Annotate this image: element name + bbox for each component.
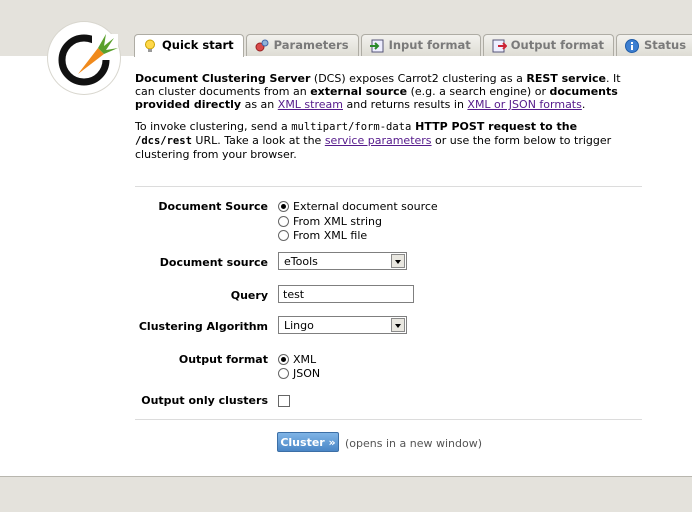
code-snippet: /dcs/rest [135,135,192,147]
intro-text-run: as an [241,98,278,111]
info-icon [624,38,640,54]
intro-text-run: (e.g. a search engine) or [407,85,550,98]
output-only-clusters-label: Output only clusters [141,394,268,407]
xml-json-formats-link[interactable]: XML or JSON formats [467,98,581,111]
submit-note: (opens in a new window) [345,437,482,450]
lightbulb-icon [142,38,158,54]
intro-text-run: URL. Take a look at the [191,134,325,147]
intro-text-run: To invoke clustering, send a [135,120,292,133]
code-snippet: multipart/form-data [291,121,412,133]
radio-xml-file[interactable]: From XML file [278,228,367,242]
select-value: Lingo [284,319,314,332]
tab-status[interactable]: Status [615,34,692,56]
output-arrow-icon [491,38,507,54]
intro-bold: HTTP POST request to the [411,120,578,133]
doc-source-label: Document source [159,256,268,269]
radio-button[interactable] [278,200,289,212]
radio-label: From XML string [293,214,382,228]
gears-icon [254,38,270,54]
radio-button[interactable] [278,215,289,227]
radio-external-source[interactable]: External document source [278,199,438,213]
radio-label: JSON [293,366,321,380]
intro-text-run: . [581,98,586,111]
tab-label: Input format [388,38,471,52]
tab-label: Parameters [273,38,349,52]
tab-parameters[interactable]: Parameters [245,34,359,56]
radio-output-xml[interactable]: XML [278,352,316,366]
doc-source-select[interactable]: eTools [278,252,407,270]
intro-paragraph-2: To invoke clustering, send a multipart/f… [135,120,635,161]
radio-label: XML [293,352,317,366]
radio-button[interactable] [278,353,289,365]
intro-paragraph-1: Document Clustering Server (DCS) exposes… [135,72,635,111]
radio-xml-string[interactable]: From XML string [278,214,382,228]
radio-label: External document source [293,199,438,213]
doc-source-type-label: Document Source [158,200,268,213]
tab-input-format[interactable]: Input format [360,34,481,56]
algorithm-label: Clustering Algorithm [138,320,268,333]
intro-text: Document Clustering Server (DCS) exposes… [135,72,635,170]
algorithm-select[interactable]: Lingo [278,316,407,334]
xml-stream-link[interactable]: XML stream [278,98,343,111]
radio-button[interactable] [278,229,289,241]
intro-text-run: and returns results in [342,98,468,111]
intro-text-run: (DCS) exposes Carrot2 clustering as a [310,72,527,85]
tab-bar: Quick start Parameters Input format Outp… [134,34,692,57]
chevron-down-icon[interactable] [391,318,405,332]
chevron-down-icon[interactable] [391,254,405,268]
intro-bold: external source [310,85,408,98]
output-only-clusters-checkbox[interactable] [278,395,290,407]
tab-label: Quick start [162,38,234,52]
tab-label: Output format [510,38,604,52]
intro-bold: REST service [526,72,606,85]
radio-button[interactable] [278,367,289,379]
tab-quick-start[interactable]: Quick start [134,34,244,57]
divider [135,419,642,420]
select-value: eTools [284,255,318,268]
radio-output-json[interactable]: JSON [278,366,320,380]
intro-bold: Document Clustering Server [135,72,311,85]
radio-label: From XML file [293,228,368,242]
input-arrow-icon [369,38,385,54]
service-parameters-link[interactable]: service parameters [325,134,432,147]
cluster-button[interactable]: Cluster » [277,432,339,452]
output-format-label: Output format [178,353,268,366]
carrot2-logo [48,22,120,94]
query-input[interactable]: test [278,285,414,303]
divider [135,186,642,187]
tab-output-format[interactable]: Output format [482,34,614,56]
tab-label: Status [643,38,687,52]
query-label: Query [230,289,268,302]
